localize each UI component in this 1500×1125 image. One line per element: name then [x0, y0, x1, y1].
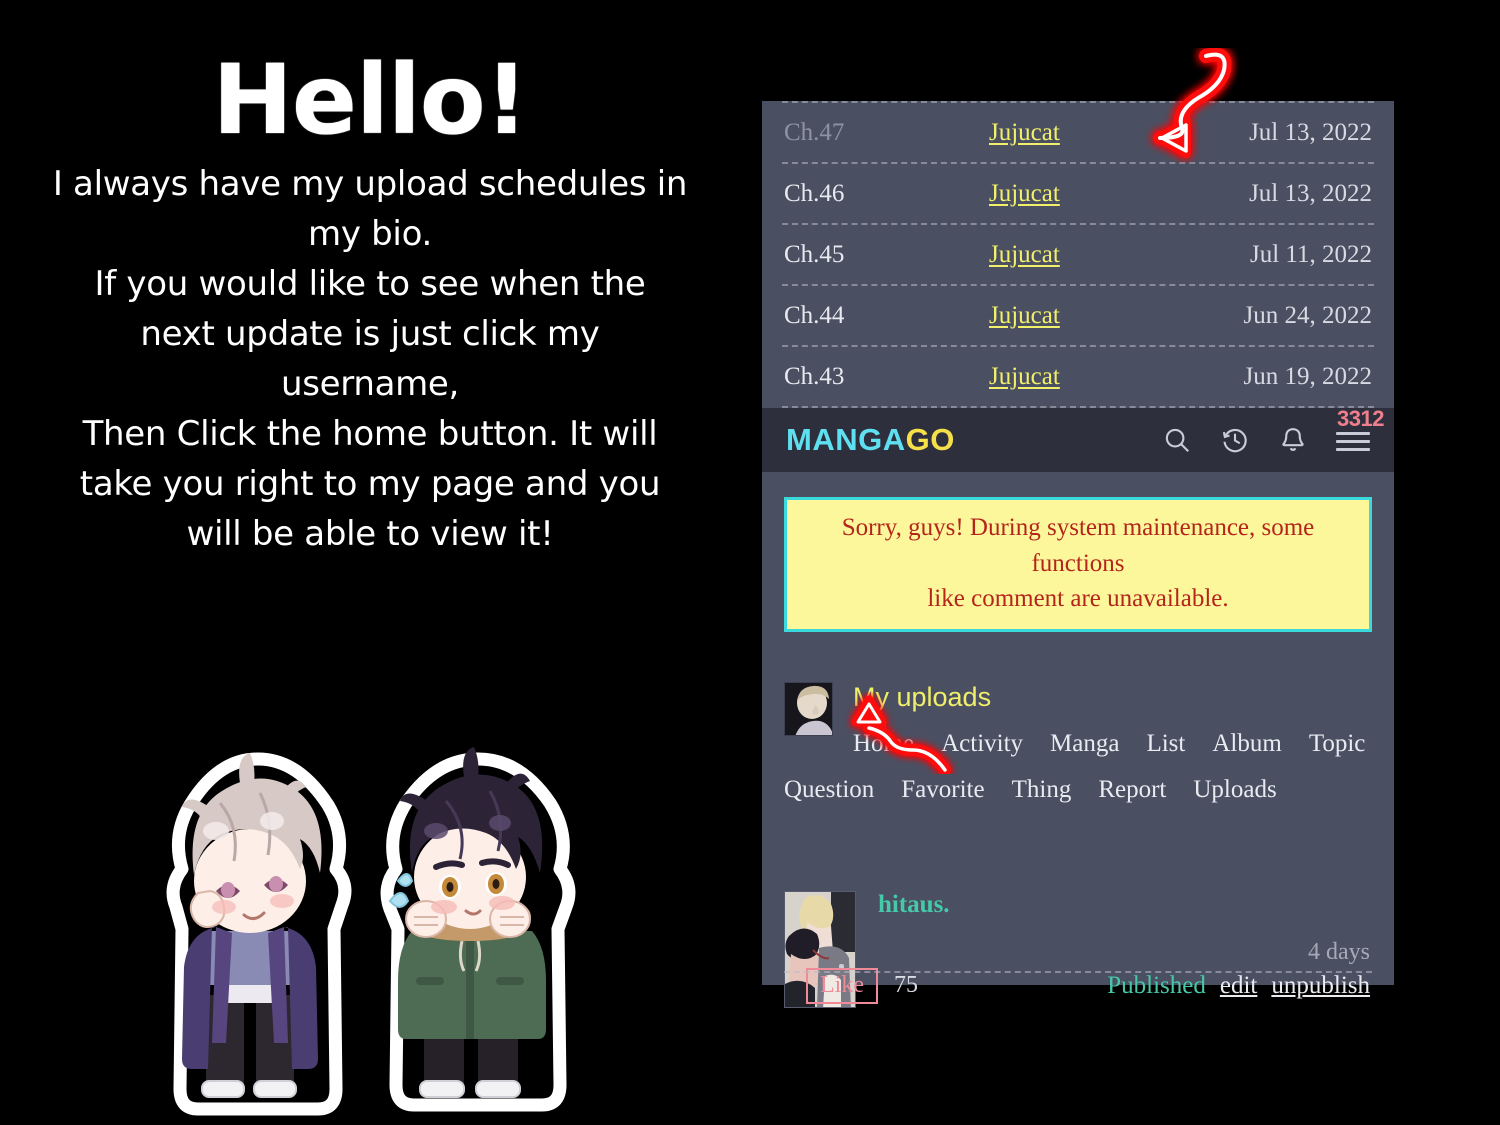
- note-body: I always have my upload schedules in my …: [0, 148, 740, 560]
- post-footer: Like 75 Published edit unpublish: [806, 967, 1370, 1004]
- edit-link[interactable]: edit: [1220, 972, 1258, 1000]
- notification-badge: 3312: [1337, 406, 1384, 431]
- table-row[interactable]: Ch.44 Jujucat Jun 24, 2022: [762, 286, 1394, 345]
- list-divider: [782, 345, 1374, 347]
- uploader-link[interactable]: Jujucat: [989, 180, 1060, 207]
- chapter-uploader[interactable]: Jujucat: [964, 241, 1182, 269]
- avatar[interactable]: [784, 681, 833, 736]
- table-row[interactable]: Ch.47 Jujucat Jul 13, 2022: [762, 103, 1394, 162]
- logo-text-go: GO: [905, 422, 955, 457]
- chapter-uploader[interactable]: Jujucat: [964, 119, 1182, 147]
- logo-text-manga: MANGA: [786, 422, 906, 457]
- chapter-uploader[interactable]: Jujucat: [964, 363, 1182, 391]
- uploader-link[interactable]: Jujucat: [989, 241, 1060, 268]
- note-line: I always have my upload schedules in: [52, 164, 688, 204]
- instruction-note: Hello! I always have my upload schedules…: [0, 0, 740, 1125]
- page-title: My uploads: [853, 681, 992, 712]
- bell-icon[interactable]: [1278, 425, 1308, 455]
- chapter-date: Jun 19, 2022: [1243, 362, 1372, 390]
- app-header-bar: MANGAGO 3312: [762, 406, 1394, 472]
- list-divider: [782, 162, 1374, 164]
- note-line: Then Click the home button. It will: [82, 413, 658, 454]
- uploader-link[interactable]: Jujucat: [989, 363, 1060, 390]
- header-icon-group: 3312: [1162, 406, 1384, 456]
- chapter-list: Ch.47 Jujucat Jul 13, 2022 Ch.46 Jujucat…: [762, 101, 1394, 408]
- post-timestamp: 4 days: [1308, 939, 1370, 965]
- nav-link-question[interactable]: Question: [784, 767, 874, 813]
- search-icon[interactable]: [1162, 425, 1192, 455]
- post-title[interactable]: hitaus.: [878, 891, 1372, 919]
- chibi-characters-illustration: [120, 745, 620, 1125]
- profile-section: My uploads Home Activity Manga List Albu…: [784, 681, 1372, 814]
- nav-link-home[interactable]: Home: [853, 721, 914, 767]
- nav-link-manga[interactable]: Manga: [1050, 721, 1119, 767]
- table-row[interactable]: Ch.46 Jujucat Jul 13, 2022: [762, 164, 1394, 223]
- note-line: If you would like to see when the: [94, 263, 646, 304]
- maintenance-line-2: like comment are unavailable.: [927, 585, 1229, 612]
- menu-bars: [1336, 432, 1370, 456]
- list-divider: [782, 101, 1374, 103]
- maintenance-notice: Sorry, guys! During system maintenance, …: [784, 497, 1372, 632]
- profile-nav-row-2: Question Favorite Thing Report Uploads: [784, 767, 1372, 813]
- nav-link-activity[interactable]: Activity: [941, 721, 1023, 767]
- note-line: will be able to view it!: [186, 513, 554, 554]
- like-count: 75: [893, 972, 918, 999]
- list-divider: [784, 971, 1372, 973]
- table-row[interactable]: Ch.45 Jujucat Jul 11, 2022: [762, 225, 1394, 284]
- like-button[interactable]: Like: [806, 967, 878, 1004]
- nav-link-list[interactable]: List: [1146, 721, 1185, 767]
- nav-link-album[interactable]: Album: [1212, 721, 1281, 767]
- chapter-number: Ch.47: [784, 118, 845, 146]
- list-item: hitaus. 4 days Like 75 Published edit un…: [784, 891, 1372, 1008]
- nav-link-topic[interactable]: Topic: [1309, 721, 1366, 767]
- maintenance-line-1: Sorry, guys! During system maintenance, …: [841, 514, 1315, 577]
- note-title: Hello!: [212, 44, 529, 156]
- screenshot-root: Hello! I always have my upload schedules…: [0, 0, 1500, 1125]
- chapter-date: Jul 13, 2022: [1249, 118, 1372, 146]
- nav-link-thing[interactable]: Thing: [1012, 767, 1072, 813]
- hamburger-menu-icon[interactable]: 3312: [1336, 406, 1384, 456]
- table-row[interactable]: Ch.43 Jujucat Jun 19, 2022: [762, 347, 1394, 406]
- uploader-link[interactable]: Jujucat: [989, 119, 1060, 146]
- list-divider: [782, 223, 1374, 225]
- profile-nav-row-1: Home Activity Manga List Album Topic: [853, 721, 1372, 767]
- chapter-number: Ch.46: [784, 179, 845, 207]
- chapter-date: Jul 13, 2022: [1249, 179, 1372, 207]
- unpublish-link[interactable]: unpublish: [1271, 972, 1370, 1000]
- chapter-uploader[interactable]: Jujucat: [964, 180, 1182, 208]
- chapter-date: Jun 24, 2022: [1243, 301, 1372, 329]
- post-actions: Published edit unpublish: [1107, 972, 1370, 1000]
- chapter-date: Jul 11, 2022: [1250, 240, 1372, 268]
- note-line: next update is just click my: [140, 313, 600, 354]
- chapter-number: Ch.44: [784, 301, 845, 329]
- list-divider: [782, 284, 1374, 286]
- chapter-number: Ch.43: [784, 362, 845, 390]
- chapter-uploader[interactable]: Jujucat: [964, 302, 1182, 330]
- history-icon[interactable]: [1220, 425, 1250, 455]
- nav-link-report[interactable]: Report: [1098, 767, 1166, 813]
- status-badge: Published: [1107, 971, 1206, 999]
- nav-link-favorite[interactable]: Favorite: [901, 767, 984, 813]
- chapter-number: Ch.45: [784, 240, 845, 268]
- uploader-link[interactable]: Jujucat: [989, 302, 1060, 329]
- mangago-app-panel: Ch.47 Jujucat Jul 13, 2022 Ch.46 Jujucat…: [762, 101, 1394, 1008]
- profile-content: My uploads Home Activity Manga List Albu…: [784, 681, 1372, 814]
- note-line: my bio.: [308, 213, 432, 254]
- nav-link-uploads[interactable]: Uploads: [1193, 767, 1276, 813]
- note-line: username,: [280, 363, 460, 404]
- mangago-logo[interactable]: MANGAGO: [786, 422, 955, 458]
- note-line: take you right to my page and you: [79, 463, 661, 504]
